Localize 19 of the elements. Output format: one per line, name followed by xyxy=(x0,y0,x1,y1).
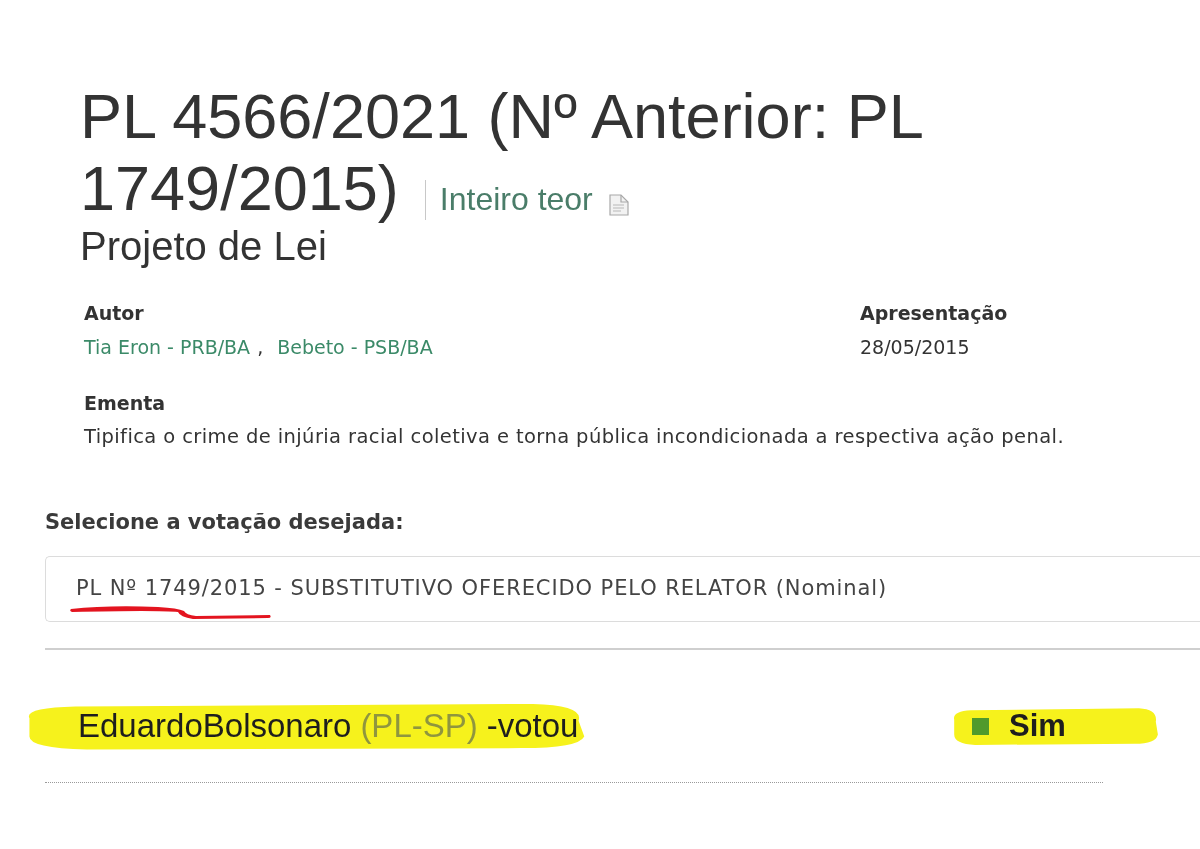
author-label: Autor xyxy=(84,301,144,326)
author-link[interactable]: Tia Eron - PRB/BA xyxy=(84,334,251,360)
presentation-date: 28/05/2015 xyxy=(860,335,970,360)
document-icon[interactable] xyxy=(608,194,629,216)
presentation-label: Apresentação xyxy=(860,301,1008,326)
summary-text: Tipifica o crime de injúria racial coletiva e torna pública incondicionada a respectiva ação penal. xyxy=(84,424,1064,450)
vote-select[interactable]: PL Nº 1749/2015 - SUBSTITUTIVO OFERECIDO PELO RELATOR (Nominal) xyxy=(45,556,1200,622)
author-link[interactable]: Bebeto - PSB/BA xyxy=(277,334,433,360)
proposal-type: Projeto de Lei xyxy=(80,224,327,268)
vote-choice: Sim xyxy=(1009,707,1066,745)
full-text-link[interactable]: Inteiro teor xyxy=(439,180,593,218)
select-label: Selecione a votação desejada: xyxy=(45,509,404,536)
party-label: (PL-SP) xyxy=(360,707,478,745)
page-title: PL 4566/2021 (Nº Anterior: PL xyxy=(80,80,924,152)
summary-label: Ementa xyxy=(84,391,166,416)
separator-comma: , xyxy=(257,335,264,360)
page-title: 1749/2015) xyxy=(80,152,399,224)
deputy-name: EduardoBolsonaro xyxy=(78,707,352,745)
vote-verb: -votou xyxy=(486,707,579,745)
